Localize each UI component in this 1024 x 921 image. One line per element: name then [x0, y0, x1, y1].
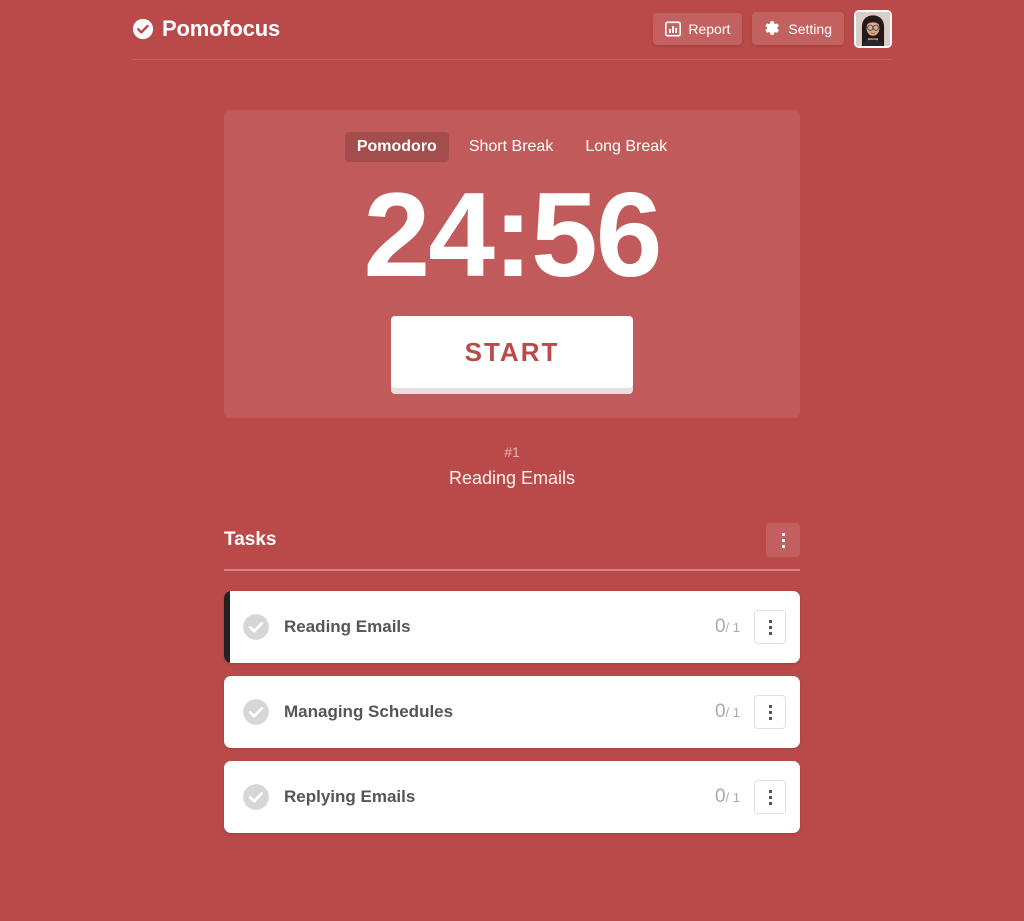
tab-long-break[interactable]: Long Break: [573, 132, 679, 162]
current-task-name: Reading Emails: [448, 468, 576, 488]
task-count-done: 0: [714, 786, 726, 807]
task-row[interactable]: Replying Emails 0/ 1: [224, 761, 800, 833]
gear-icon: [764, 20, 781, 37]
start-button[interactable]: START: [391, 316, 633, 388]
task-row[interactable]: Reading Emails 0/ 1: [224, 591, 800, 663]
vertical-dots-icon: [768, 704, 772, 720]
main-content: Pomodoro Short Break Long Break 24:56 ST…: [224, 60, 800, 833]
tab-short-break[interactable]: Short Break: [457, 132, 565, 162]
task-menu-button[interactable]: [754, 695, 786, 729]
timer-mode-tabs: Pomodoro Short Break Long Break: [224, 132, 800, 162]
tasks-menu-button[interactable]: [766, 523, 800, 557]
task-count-total: / 1: [725, 790, 740, 805]
task-count-total: / 1: [725, 620, 740, 635]
vertical-dots-icon: [768, 789, 772, 805]
current-task-index: #1: [504, 444, 520, 460]
avatar[interactable]: [854, 9, 892, 48]
task-menu-button[interactable]: [754, 610, 786, 644]
task-pomodoro-count: 0/ 1: [715, 701, 740, 723]
setting-button-label: Setting: [788, 20, 832, 37]
timer-card: Pomodoro Short Break Long Break 24:56 ST…: [224, 110, 800, 418]
task-count-done: 0: [714, 701, 726, 722]
current-task: #1 Reading Emails: [224, 444, 800, 489]
tasks-header: Tasks: [224, 523, 800, 571]
check-circle-logo-icon: [132, 18, 154, 40]
report-button[interactable]: Report: [653, 12, 743, 45]
pomofocus-app: Pomofocus Report Setting Pomodoro Short …: [0, 0, 1024, 921]
brand[interactable]: Pomofocus: [132, 16, 280, 42]
task-pomodoro-count: 0/ 1: [715, 786, 740, 808]
header-actions: Report Setting: [653, 9, 892, 48]
report-button-label: Report: [688, 20, 731, 37]
setting-button[interactable]: Setting: [752, 12, 844, 45]
task-name: Reading Emails: [284, 617, 411, 636]
bar-chart-icon: [665, 20, 682, 37]
task-menu-button[interactable]: [754, 780, 786, 814]
task-name: Replying Emails: [284, 787, 416, 806]
tab-pomodoro[interactable]: Pomodoro: [344, 132, 449, 162]
task-pomodoro-count: 0/ 1: [715, 616, 740, 638]
vertical-dots-icon: [781, 532, 785, 548]
task-name: Managing Schedules: [284, 702, 454, 721]
task-list: Reading Emails 0/ 1 Managing Schedules 0…: [224, 591, 800, 833]
vertical-dots-icon: [768, 619, 772, 635]
timer-display: 24:56: [363, 168, 663, 302]
task-row[interactable]: Managing Schedules 0/ 1: [224, 676, 800, 748]
tasks-title: Tasks: [224, 529, 277, 550]
check-circle-icon[interactable]: [242, 783, 270, 811]
task-count-done: 0: [714, 616, 726, 637]
check-circle-icon[interactable]: [242, 613, 270, 641]
app-header: Pomofocus Report Setting: [132, 0, 892, 60]
task-count-total: / 1: [725, 705, 740, 720]
brand-name: Pomofocus: [162, 15, 280, 41]
check-circle-icon[interactable]: [242, 698, 270, 726]
